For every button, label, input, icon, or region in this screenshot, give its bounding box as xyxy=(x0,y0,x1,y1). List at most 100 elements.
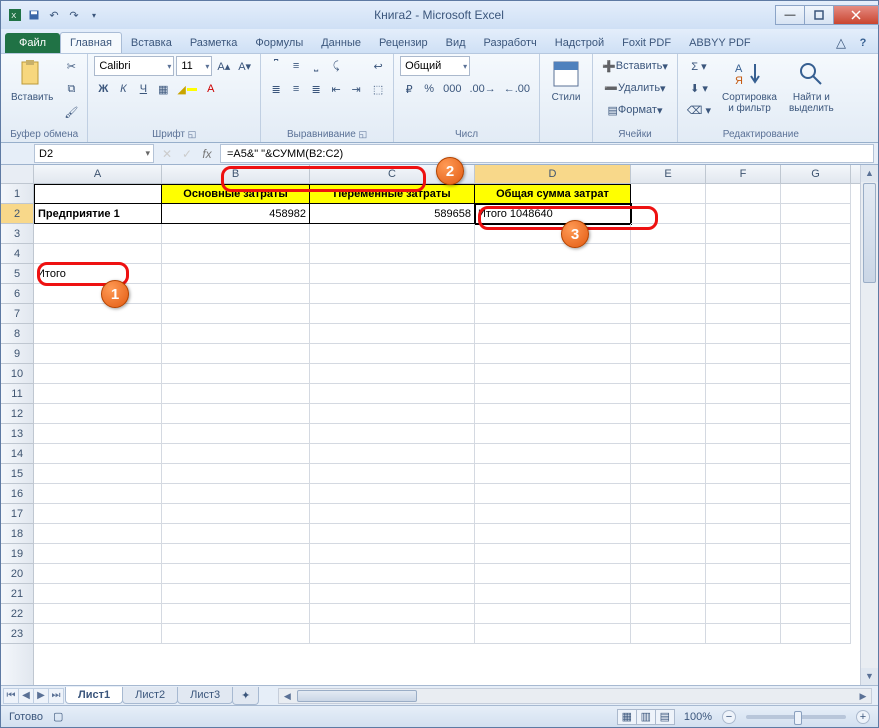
cell-E14[interactable] xyxy=(631,444,706,464)
wrap-text-icon[interactable]: ↩ xyxy=(369,56,387,76)
cell-G13[interactable] xyxy=(781,424,851,444)
cell-C10[interactable] xyxy=(310,364,475,384)
cell-E10[interactable] xyxy=(631,364,706,384)
cell-E17[interactable] xyxy=(631,504,706,524)
zoom-level[interactable]: 100% xyxy=(684,711,712,723)
underline-button[interactable]: Ч xyxy=(134,79,152,99)
worksheet[interactable]: A B C D E F G 12345678910111213141516171… xyxy=(1,165,878,685)
cell-F15[interactable] xyxy=(706,464,781,484)
find-select-button[interactable]: Найти и выделить xyxy=(785,56,838,116)
cell-C1[interactable]: Переменные затраты xyxy=(310,184,475,204)
view-page-icon[interactable]: ▥ xyxy=(636,709,656,725)
row-header-10[interactable]: 10 xyxy=(1,364,33,384)
select-all-corner[interactable] xyxy=(1,165,34,184)
cell-G14[interactable] xyxy=(781,444,851,464)
formula-input[interactable]: =A5&" "&СУММ(B2:C2) xyxy=(220,144,874,163)
cell-A9[interactable] xyxy=(34,344,162,364)
cell-B19[interactable] xyxy=(162,544,310,564)
cell-B3[interactable] xyxy=(162,224,310,244)
cell-A22[interactable] xyxy=(34,604,162,624)
cell-F5[interactable] xyxy=(706,264,781,284)
row-header-20[interactable]: 20 xyxy=(1,564,33,584)
maximize-button[interactable] xyxy=(804,5,834,25)
delete-cells-button[interactable]: ➖ Удалить ▾ xyxy=(599,78,671,98)
sheet-nav-next-icon[interactable]: ▶ xyxy=(33,688,49,704)
tab-developer[interactable]: Разработч xyxy=(475,33,546,53)
tab-view[interactable]: Вид xyxy=(437,33,475,53)
increase-decimal-icon[interactable]: .00→ xyxy=(466,79,498,99)
cell-F20[interactable] xyxy=(706,564,781,584)
cell-D12[interactable] xyxy=(475,404,631,424)
tab-insert[interactable]: Вставка xyxy=(122,33,181,53)
cell-B9[interactable] xyxy=(162,344,310,364)
cell-D15[interactable] xyxy=(475,464,631,484)
cell-F16[interactable] xyxy=(706,484,781,504)
cell-G18[interactable] xyxy=(781,524,851,544)
cell-D23[interactable] xyxy=(475,624,631,644)
cell-C15[interactable] xyxy=(310,464,475,484)
col-header-f[interactable]: F xyxy=(706,165,781,183)
tab-review[interactable]: Рецензир xyxy=(370,33,437,53)
cell-C12[interactable] xyxy=(310,404,475,424)
sheet-nav-prev-icon[interactable]: ◀ xyxy=(18,688,34,704)
copy-icon[interactable]: ⧉ xyxy=(61,79,81,99)
cell-D19[interactable] xyxy=(475,544,631,564)
help-icon[interactable]: ? xyxy=(852,33,874,53)
scroll-right-icon[interactable]: ▶ xyxy=(855,689,871,703)
number-format-combo[interactable]: Общий xyxy=(400,56,470,76)
sheet-tab-2[interactable]: Лист2 xyxy=(122,687,178,704)
cell-B8[interactable] xyxy=(162,324,310,344)
orientation-icon[interactable]: ⤹ xyxy=(327,56,345,76)
cell-F1[interactable] xyxy=(706,184,781,204)
insert-cells-button[interactable]: ➕ Вставить ▾ xyxy=(599,56,671,76)
row-header-13[interactable]: 13 xyxy=(1,424,33,444)
cell-C23[interactable] xyxy=(310,624,475,644)
cell-A13[interactable] xyxy=(34,424,162,444)
cell-F21[interactable] xyxy=(706,584,781,604)
scroll-down-icon[interactable]: ▼ xyxy=(861,668,878,685)
cell-E11[interactable] xyxy=(631,384,706,404)
cell-D1[interactable]: Общая сумма затрат xyxy=(475,184,631,204)
zoom-slider[interactable] xyxy=(746,715,846,719)
cell-B10[interactable] xyxy=(162,364,310,384)
cell-B18[interactable] xyxy=(162,524,310,544)
save-icon[interactable] xyxy=(25,7,43,23)
cell-F13[interactable] xyxy=(706,424,781,444)
cell-F9[interactable] xyxy=(706,344,781,364)
cell-E21[interactable] xyxy=(631,584,706,604)
decrease-decimal-icon[interactable]: ←.00 xyxy=(501,79,533,99)
cell-F18[interactable] xyxy=(706,524,781,544)
name-box[interactable]: D2 xyxy=(34,144,154,163)
grid[interactable]: Основные затратыПеременные затратыОбщая … xyxy=(34,184,860,685)
undo-icon[interactable]: ↶ xyxy=(45,7,63,23)
cell-G3[interactable] xyxy=(781,224,851,244)
cell-D17[interactable] xyxy=(475,504,631,524)
cell-F12[interactable] xyxy=(706,404,781,424)
macro-record-icon[interactable]: ▢ xyxy=(53,710,63,723)
cut-icon[interactable]: ✂ xyxy=(61,56,81,76)
cell-E1[interactable] xyxy=(631,184,706,204)
cell-B6[interactable] xyxy=(162,284,310,304)
cell-E4[interactable] xyxy=(631,244,706,264)
sort-filter-button[interactable]: АЯ Сортировка и фильтр xyxy=(718,56,781,116)
cell-G7[interactable] xyxy=(781,304,851,324)
tab-abbyy[interactable]: ABBYY PDF xyxy=(680,33,760,53)
cell-B22[interactable] xyxy=(162,604,310,624)
hscroll-thumb[interactable] xyxy=(297,690,417,702)
cell-F6[interactable] xyxy=(706,284,781,304)
align-right-icon[interactable]: ≣ xyxy=(307,79,325,99)
fill-color-icon[interactable]: ◢ xyxy=(174,79,199,99)
cell-C7[interactable] xyxy=(310,304,475,324)
format-cells-button[interactable]: ▤ Формат ▾ xyxy=(599,100,671,120)
row-header-1[interactable]: 1 xyxy=(1,184,33,204)
cell-E13[interactable] xyxy=(631,424,706,444)
cell-G17[interactable] xyxy=(781,504,851,524)
tab-home[interactable]: Главная xyxy=(60,32,122,53)
cell-D18[interactable] xyxy=(475,524,631,544)
row-header-15[interactable]: 15 xyxy=(1,464,33,484)
cell-E15[interactable] xyxy=(631,464,706,484)
cell-A18[interactable] xyxy=(34,524,162,544)
cell-D3[interactable] xyxy=(475,224,631,244)
align-top-icon[interactable]: ⎴ xyxy=(267,56,285,76)
cell-E22[interactable] xyxy=(631,604,706,624)
